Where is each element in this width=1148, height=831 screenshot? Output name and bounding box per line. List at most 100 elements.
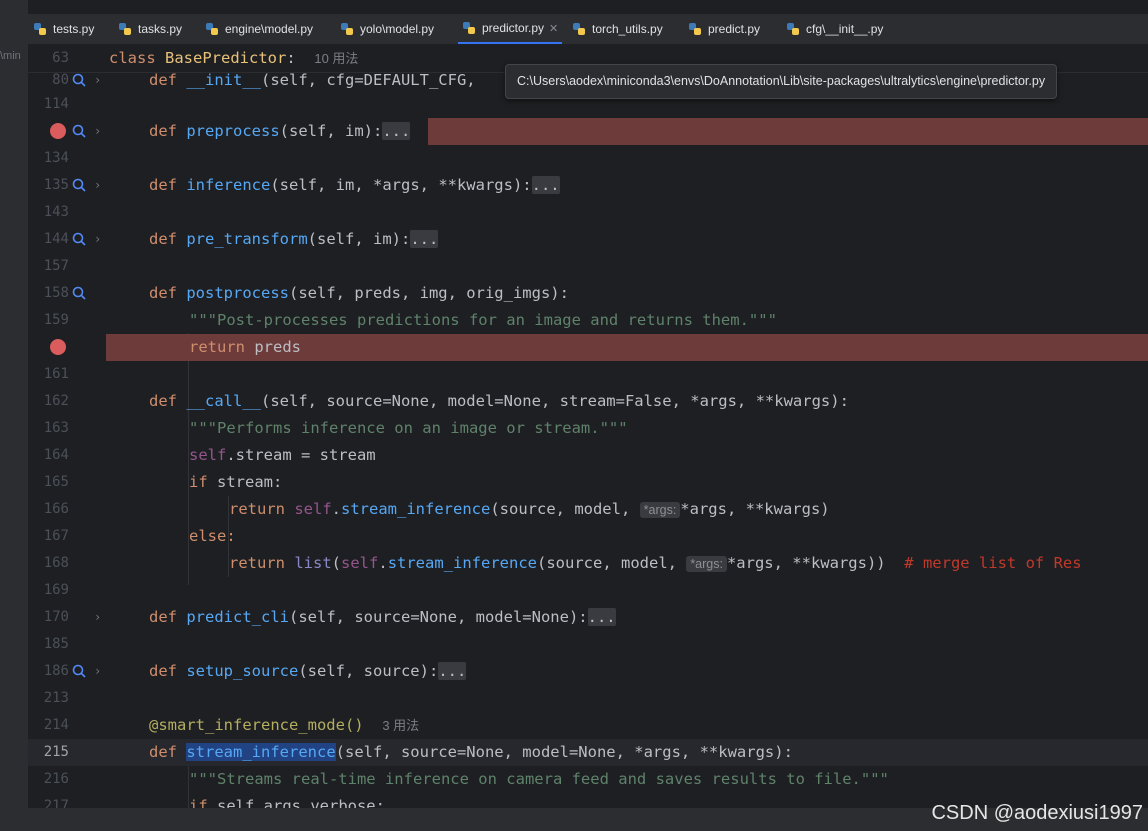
line-number: 162 xyxy=(43,393,69,409)
tab-label: yolo\model.py xyxy=(360,22,435,36)
code-text: @smart_inference_mode() 3 用法 xyxy=(149,716,420,734)
code-line: 143 xyxy=(28,199,1148,226)
parameter-hint: *args: xyxy=(686,556,727,572)
usages-hint[interactable]: 10 用法 xyxy=(314,51,358,66)
code-line: 170 › def predict_cli(self, source=None,… xyxy=(28,604,1148,631)
tab-torch-utils[interactable]: torch_utils.py xyxy=(572,14,663,44)
override-icon[interactable] xyxy=(72,232,87,247)
code-line-breakpoint: return preds xyxy=(106,334,1148,361)
breakpoint-icon[interactable] xyxy=(50,339,66,355)
chevron-right-icon[interactable]: › xyxy=(94,226,101,253)
code-comment: # merge list of Res xyxy=(904,554,1082,572)
window-top-strip xyxy=(0,0,1148,14)
tab-predict[interactable]: predict.py xyxy=(688,14,760,44)
watermark: CSDN @aodexiusi1997 xyxy=(931,802,1143,824)
code-line: › def preprocess(self, im):... xyxy=(28,118,1148,145)
code-line: 169 xyxy=(28,577,1148,604)
tab-cfg-init[interactable]: cfg\__init__.py xyxy=(786,14,883,44)
code-text: if stream: xyxy=(189,473,283,491)
code-line: 134 xyxy=(28,145,1148,172)
parameter-hint: *args: xyxy=(639,502,681,518)
python-file-icon xyxy=(341,23,353,35)
python-file-icon xyxy=(787,23,799,35)
line-number: 168 xyxy=(43,555,69,571)
folded-region[interactable]: ... xyxy=(587,608,616,626)
chevron-right-icon[interactable]: › xyxy=(94,604,101,631)
chevron-right-icon[interactable]: › xyxy=(94,658,101,685)
code-editor[interactable]: 80 › def __init__(self, cfg=DEFAULT_CFG,… xyxy=(28,45,1148,808)
tab-tests[interactable]: tests.py xyxy=(33,14,94,44)
override-icon[interactable] xyxy=(72,124,87,139)
python-file-icon xyxy=(206,23,218,35)
usages-hint[interactable]: 3 用法 xyxy=(382,718,419,733)
line-number: 214 xyxy=(43,717,69,733)
line-number: 143 xyxy=(43,204,69,220)
breakpoint-icon[interactable] xyxy=(50,123,66,139)
code-line: 164 self.stream = stream xyxy=(28,442,1148,469)
line-number: 166 xyxy=(43,501,69,517)
code-line: 186 › def setup_source(self, source):... xyxy=(28,658,1148,685)
code-text: def postprocess(self, preds, img, orig_i… xyxy=(149,284,569,302)
code-line: 162 def __call__(self, source=None, mode… xyxy=(28,388,1148,415)
tab-label: predict.py xyxy=(708,22,761,36)
python-file-icon xyxy=(463,22,475,34)
code-line: 216 """Streams real-time inference on ca… xyxy=(28,766,1148,793)
tab-label: predictor.py xyxy=(482,21,545,35)
tab-tasks[interactable]: tasks.py xyxy=(118,14,182,44)
folded-region[interactable]: ... xyxy=(410,230,439,248)
editor-tab-bar: tests.py tasks.py engine\model.py yolo\m… xyxy=(28,14,1148,45)
code-text: return list(self.stream_inference(source… xyxy=(229,554,1082,572)
override-icon[interactable] xyxy=(72,178,87,193)
code-text: def inference(self, im, *args, **kwargs)… xyxy=(149,176,560,194)
tab-label: engine\model.py xyxy=(225,22,314,36)
code-line: 159 """Post-processes predictions for an… xyxy=(28,307,1148,334)
tab-engine-model[interactable]: engine\model.py xyxy=(205,14,313,44)
code-line: 168 return list(self.stream_inference(so… xyxy=(28,550,1148,577)
folded-region[interactable]: ... xyxy=(382,122,411,140)
line-number: 165 xyxy=(43,474,69,490)
python-file-icon xyxy=(34,23,46,35)
close-icon[interactable]: ✕ xyxy=(549,22,558,35)
line-number: 114 xyxy=(43,96,69,112)
override-icon[interactable] xyxy=(72,664,87,679)
line-number: 167 xyxy=(43,528,69,544)
code-line: 135 › def inference(self, im, *args, **k… xyxy=(28,172,1148,199)
override-icon[interactable] xyxy=(72,73,87,88)
line-number: 185 xyxy=(43,636,69,652)
docstring: """Post-processes predictions for an ima… xyxy=(189,311,777,329)
code-text: else: xyxy=(189,527,236,545)
gutter-row xyxy=(28,334,106,361)
line-number: 163 xyxy=(43,420,69,436)
line-number: 63 xyxy=(52,50,69,66)
line-number: 186 xyxy=(43,663,69,679)
selected-identifier[interactable]: stream_inference xyxy=(186,743,336,761)
line-number: 217 xyxy=(43,798,69,808)
file-path-tooltip: C:\Users\aodex\miniconda3\envs\DoAnnotat… xyxy=(505,64,1058,99)
line-number: 144 xyxy=(43,231,69,247)
chevron-right-icon[interactable]: › xyxy=(94,118,101,145)
override-icon[interactable] xyxy=(72,286,87,301)
tab-predictor[interactable]: predictor.py ✕ xyxy=(458,14,563,44)
project-sidebar-strip[interactable]: \min xyxy=(0,0,29,831)
line-number: 159 xyxy=(43,312,69,328)
code-text: if self.args.verbose: xyxy=(189,797,385,808)
line-number: 170 xyxy=(43,609,69,625)
folded-region[interactable]: ... xyxy=(531,176,560,194)
code-text: def __call__(self, source=None, model=No… xyxy=(149,392,849,410)
python-file-icon xyxy=(573,23,585,35)
code-text: self.stream = stream xyxy=(189,446,376,464)
python-file-icon xyxy=(119,23,131,35)
chevron-right-icon[interactable]: › xyxy=(94,172,101,199)
tab-yolo-model[interactable]: yolo\model.py xyxy=(340,14,434,44)
line-number: 158 xyxy=(43,285,69,301)
line-number: 161 xyxy=(43,366,69,382)
line-number: 216 xyxy=(43,771,69,787)
line-number: 164 xyxy=(43,447,69,463)
code-line: 144 › def pre_transform(self, im):... xyxy=(28,226,1148,253)
folded-region[interactable]: ... xyxy=(438,662,467,680)
code-text: def pre_transform(self, im):... xyxy=(149,230,439,248)
code-line: 163 """Performs inference on an image or… xyxy=(28,415,1148,442)
breakpoint-highlight xyxy=(428,118,1148,145)
code-line: 157 xyxy=(28,253,1148,280)
code-text: def predict_cli(self, source=None, model… xyxy=(149,608,616,626)
